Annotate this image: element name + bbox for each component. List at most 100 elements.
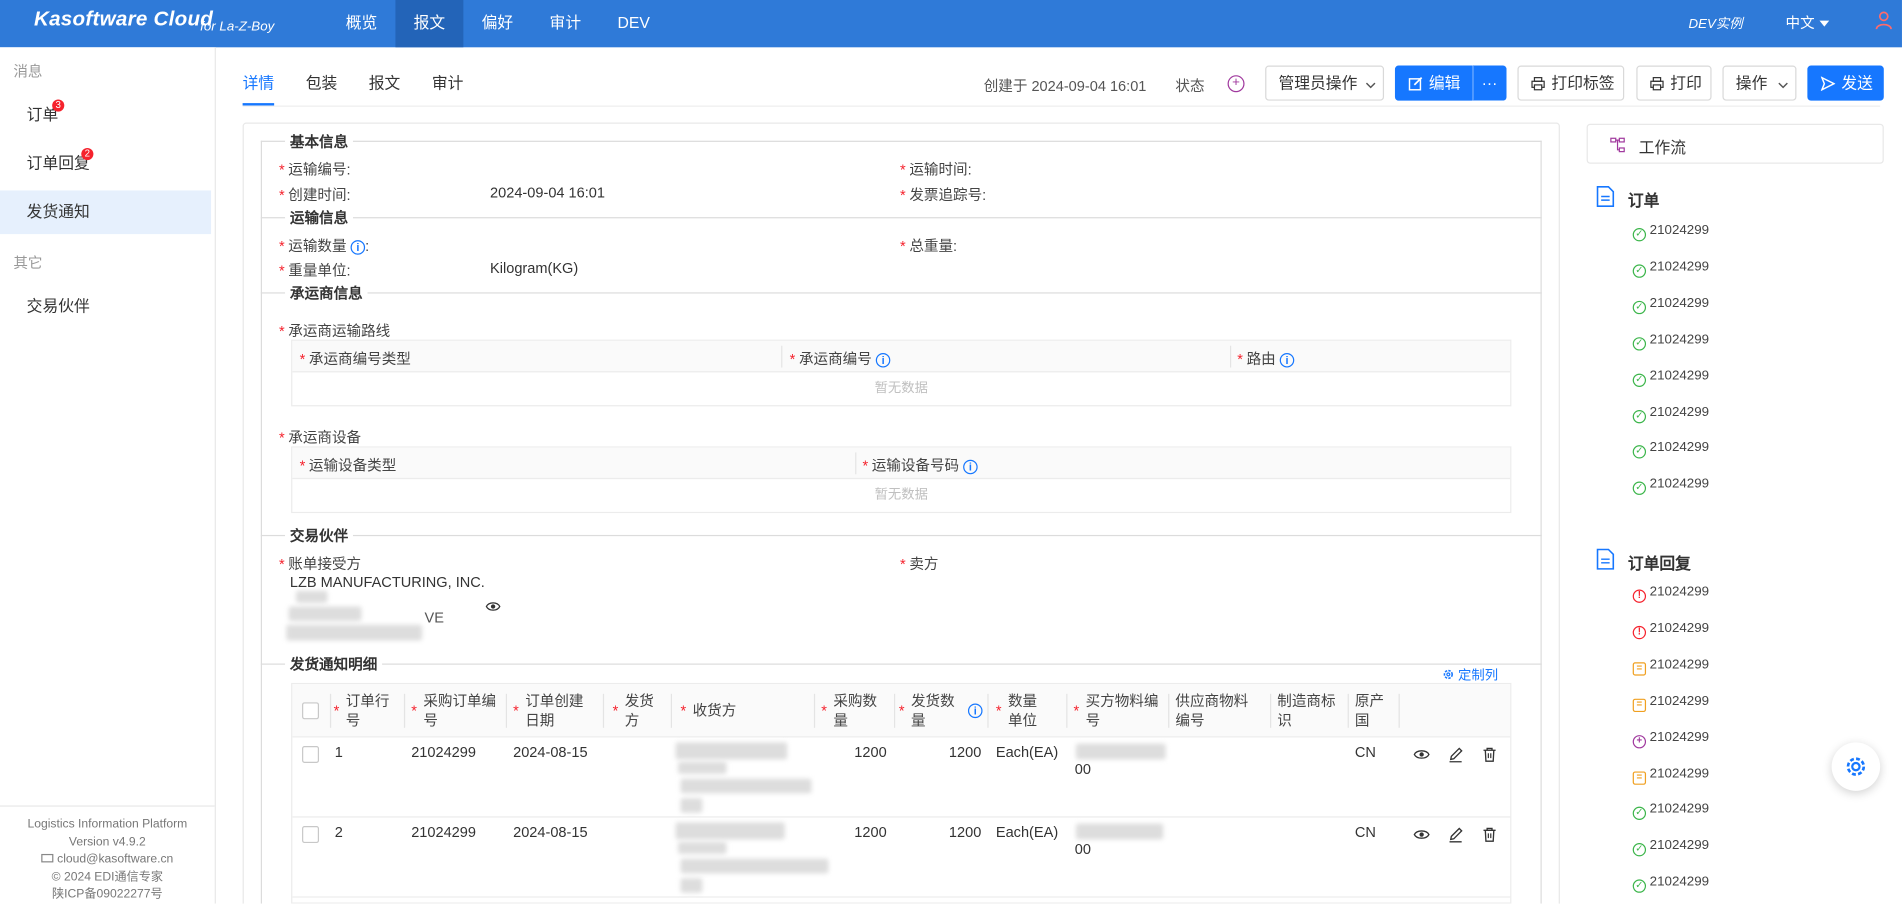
workflow-item[interactable]: ✓ 21024299 <box>1632 802 1709 821</box>
info-icon[interactable]: i <box>350 239 366 255</box>
nav-dev[interactable]: DEV <box>599 0 668 47</box>
empty-state: 暂无数据 <box>874 380 928 396</box>
nav-overview[interactable]: 概览 <box>328 0 396 47</box>
workflow-item[interactable]: ✓ 21024299 <box>1632 223 1710 242</box>
workflow-item[interactable]: = 21024299 <box>1632 693 1709 712</box>
workflow-item[interactable]: ✓ 21024299 <box>1632 259 1709 278</box>
status-ok-icon: ✓ <box>1632 336 1647 351</box>
po-qty-cell: 1200 <box>854 823 887 841</box>
workflow-item[interactable]: = 21024299 <box>1632 657 1709 676</box>
language-selector[interactable]: 中文 <box>1786 12 1830 33</box>
printer-icon <box>1531 77 1545 91</box>
created-timestamp: 创建于 2024-09-04 16:01 <box>983 77 1147 95</box>
weight-unit-value: Kilogram(KG) <box>490 259 579 277</box>
redacted-consignee <box>680 878 703 893</box>
brand-subtitle: for La-Z-Boy <box>200 19 275 34</box>
settings-button[interactable] <box>1831 742 1881 791</box>
state-label: 状态 <box>1175 77 1205 95</box>
eye-icon[interactable] <box>1413 746 1430 763</box>
table-row[interactable]: 2 21024299 2024-08-15 1200 1200 Each(EA)… <box>292 818 1511 898</box>
row-checkbox[interactable] <box>302 745 320 763</box>
workflow-item[interactable]: ✓ 21024299 <box>1632 332 1709 351</box>
print-button[interactable]: 打印 <box>1636 65 1712 101</box>
more-actions-button[interactable]: ··· <box>1472 65 1507 101</box>
tab-audit[interactable]: 审计 <box>432 66 464 106</box>
select-all-checkbox[interactable] <box>302 702 320 720</box>
sidebar-item-shipping-notice[interactable]: 发货通知 <box>0 190 212 235</box>
workflow-item[interactable]: ! 21024299 <box>1632 621 1709 640</box>
nav-preferences[interactable]: 偏好 <box>463 0 531 47</box>
column-header-buyer-part: * 买方物料编号 <box>1073 692 1159 730</box>
contact-email[interactable]: cloud@kasoftware.cn <box>0 852 215 870</box>
brand-logo[interactable]: Kasoftware Cloud <box>34 7 213 31</box>
workflow-item[interactable]: ✓ 21024299 <box>1632 295 1710 314</box>
workflow-item[interactable]: ! 21024299 <box>1632 585 1709 603</box>
edit-icon[interactable] <box>1447 826 1464 843</box>
workflow-item-id: 21024299 <box>1649 477 1710 492</box>
workflow-item[interactable]: ✓ 21024299 <box>1632 441 1709 459</box>
info-icon[interactable]: i <box>967 703 983 719</box>
empty-state: 暂无数据 <box>874 487 928 503</box>
frame-left-border <box>260 140 263 904</box>
edit-icon[interactable] <box>1447 746 1464 763</box>
row-checkbox[interactable] <box>302 826 320 844</box>
section-title: 交易伙伴 <box>285 525 354 546</box>
eye-icon[interactable] <box>485 600 501 612</box>
workflow-item-id: 21024299 <box>1649 223 1710 238</box>
send-button[interactable]: 发送 <box>1807 65 1884 101</box>
workflow-item[interactable]: +21024299 <box>1632 730 1709 748</box>
admin-actions-dropdown[interactable]: 管理员操作 <box>1265 65 1385 101</box>
instance-label: DEV实例 <box>1688 16 1743 32</box>
status-ok-icon: ✓ <box>1632 807 1647 821</box>
workflow-header[interactable]: 工作流 <box>1586 123 1884 164</box>
workflow-item[interactable]: ✓ 21024299 <box>1632 477 1710 496</box>
gear-icon <box>1443 669 1453 680</box>
info-icon[interactable]: i <box>1279 352 1295 368</box>
tab-packaging[interactable]: 包装 <box>306 66 338 106</box>
workflow-item[interactable]: ✓ 21024299 <box>1632 368 1710 387</box>
sidebar-item-trading-partners[interactable]: 交易伙伴 <box>0 285 211 329</box>
tabs-divider <box>242 105 1881 107</box>
workflow-item-id: 21024299 <box>1649 404 1710 420</box>
edit-button[interactable]: 编辑 <box>1394 65 1473 101</box>
workflow-item-id: 21024299 <box>1649 295 1710 311</box>
operations-dropdown[interactable]: 操作 <box>1722 65 1797 101</box>
table-header: * 运输设备类型 * 运输设备号码 i <box>292 447 1511 480</box>
customize-columns-button[interactable]: 定制列 <box>1442 665 1498 684</box>
workflow-item[interactable]: ✓ 21024299 <box>1632 404 1710 423</box>
column-header-consignee: * 收货方 <box>680 702 737 720</box>
info-icon[interactable]: i <box>875 352 891 368</box>
tab-message[interactable]: 报文 <box>369 66 401 106</box>
origin-cell: CN <box>1354 743 1376 761</box>
carrier-equipment-table: * 运输设备类型 * 运输设备号码 i 暂无数据 <box>291 446 1512 514</box>
table-row[interactable]: 1 21024299 2024-08-15 1200 1200 Each(EA)… <box>292 738 1511 818</box>
eye-icon[interactable] <box>1413 826 1430 843</box>
delete-icon[interactable] <box>1481 826 1498 843</box>
document-icon <box>1596 548 1615 570</box>
tab-details[interactable]: 详情 <box>242 66 275 106</box>
nav-messages[interactable]: 报文 <box>395 0 464 48</box>
sidebar-item-orders[interactable]: 订单 3 <box>0 93 211 137</box>
print-label-button[interactable]: 打印标签 <box>1517 65 1625 101</box>
state-plus-icon[interactable]: + <box>1227 75 1245 93</box>
count-badge: 2 <box>81 147 94 161</box>
mail-icon <box>41 853 54 863</box>
redacted-consignee <box>678 761 727 774</box>
order-date-cell: 2024-08-15 <box>513 823 588 841</box>
carrier-route-label: * 承运商运输路线 <box>278 322 391 340</box>
po-qty-cell: 1200 <box>854 743 887 761</box>
info-icon[interactable]: i <box>963 459 978 475</box>
workflow-item-id: 21024299 <box>1649 368 1710 383</box>
nav-audit[interactable]: 审计 <box>531 0 599 47</box>
ship-qty-cell: 1200 <box>948 823 982 841</box>
sidebar-item-order-replies[interactable]: 订单回复 2 <box>0 142 211 186</box>
bill-to-name: LZB MANUFACTURING, INC. <box>289 573 485 591</box>
workflow-item[interactable]: ✓ 21024299 <box>1632 839 1709 857</box>
workflow-item[interactable]: ✓ 21024299 <box>1632 875 1709 893</box>
workflow-item[interactable]: = 21024299 <box>1632 766 1709 785</box>
user-icon[interactable] <box>1875 11 1892 30</box>
column-header-manufacturer: 制造商标识 <box>1277 692 1336 730</box>
delete-icon[interactable] <box>1481 746 1498 763</box>
version-text: Version v4.9.2 <box>68 835 146 849</box>
icp-link[interactable]: 陕ICP备09022277号 <box>0 887 215 904</box>
